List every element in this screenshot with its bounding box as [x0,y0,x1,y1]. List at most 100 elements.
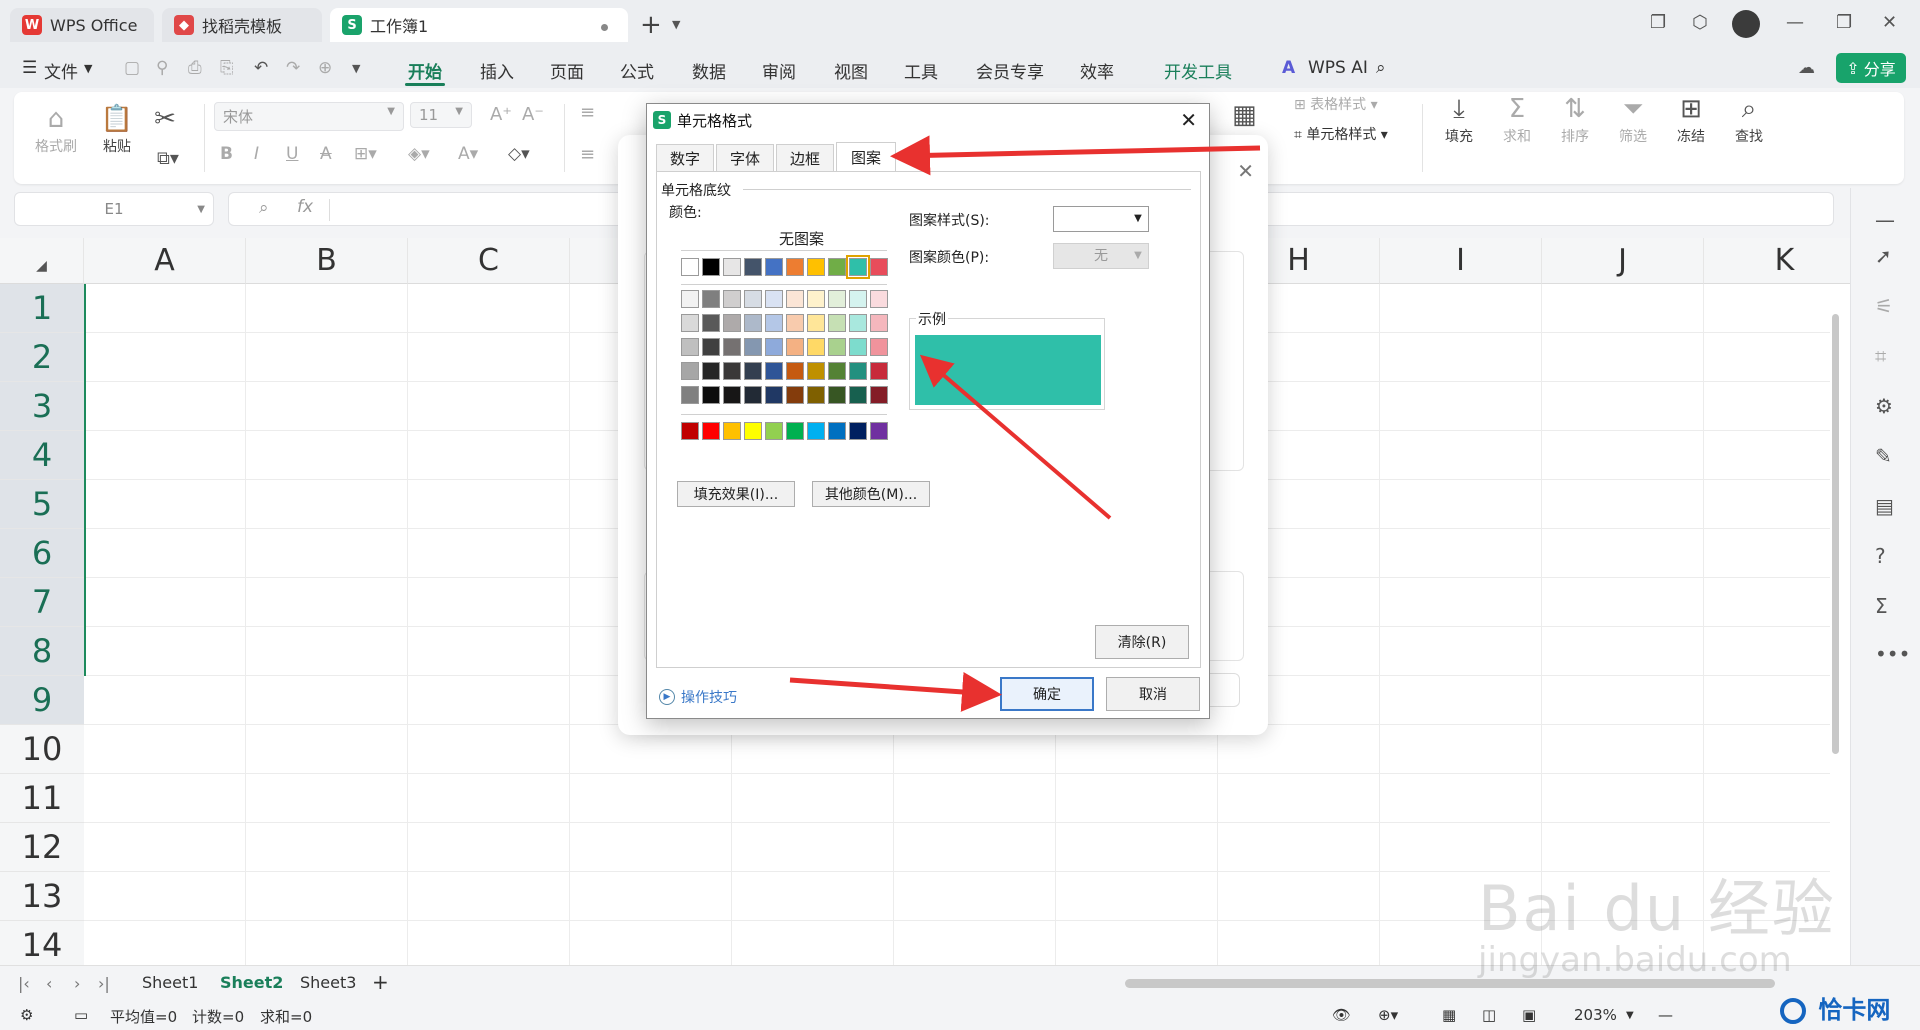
color-swatch[interactable] [786,290,804,308]
horizontal-scrollbar[interactable] [1125,979,1775,988]
save-icon[interactable]: ▢ [124,58,140,78]
pattern-color-select[interactable]: 无 ▼ [1053,243,1149,269]
clear-button[interactable]: 清除(R) [1095,625,1189,659]
menu-wps-ai[interactable]: WPS AI [1308,58,1368,78]
fill-button[interactable]: ⤓ 填充 [1434,92,1484,146]
color-swatch[interactable] [786,338,804,356]
next-sheet-icon[interactable]: › [74,974,80,993]
row-header[interactable]: 4 [0,431,84,480]
column-header[interactable]: I [1380,238,1542,284]
menu-data[interactable]: 数据 [692,58,726,83]
menu-member[interactable]: 会员专享 [976,58,1044,83]
row-header[interactable]: 11 [0,774,84,823]
sheet-tab-3[interactable]: Sheet3 [300,973,356,992]
add-sheet-icon[interactable]: + [372,970,389,994]
color-swatch[interactable] [681,290,699,308]
chevron-down-icon[interactable]: ▼ [1626,1010,1634,1021]
menu-file[interactable]: 文件 [44,58,78,83]
color-swatch[interactable] [849,314,867,332]
first-sheet-icon[interactable]: |‹ [18,974,30,993]
menu-review[interactable]: 审阅 [762,58,796,83]
tools-icon[interactable]: ✎ [1875,444,1892,468]
tab-wps-office[interactable]: W WPS Office [10,8,154,42]
color-swatch[interactable] [765,338,783,356]
menu-view[interactable]: 视图 [834,58,868,83]
menu-page[interactable]: 页面 [550,58,584,83]
color-swatch[interactable] [786,314,804,332]
color-swatch[interactable] [744,290,762,308]
row-header[interactable]: 1 [0,284,84,333]
layout-icon[interactable]: ⊕▾ [1378,1006,1398,1024]
increase-font-icon[interactable]: A⁺ [490,104,512,125]
page-layout-icon[interactable]: ◫ [1482,1006,1496,1024]
menu-home[interactable]: 开始 [408,58,442,83]
print-icon[interactable]: ⎙ [188,58,202,78]
color-swatch[interactable] [807,258,825,276]
color-swatch[interactable] [723,258,741,276]
ok-button[interactable]: 确定 [1000,677,1094,711]
color-swatch[interactable] [702,258,720,276]
sort-button[interactable]: ⇅ 排序 [1550,92,1600,146]
color-swatch[interactable] [702,290,720,308]
zoom-out-icon[interactable]: — [1658,1006,1673,1024]
undo-icon[interactable]: ↶ [254,58,268,78]
color-swatch[interactable] [723,386,741,404]
italic-icon[interactable]: I [254,144,259,164]
dialog-close-icon[interactable]: ✕ [1180,108,1197,132]
color-swatch[interactable] [849,422,867,440]
color-swatch[interactable] [870,422,888,440]
color-swatch[interactable] [765,386,783,404]
minus-icon[interactable]: — [1875,208,1895,232]
copy-button[interactable]: ⧉▾ [148,142,188,176]
color-swatch[interactable] [828,314,846,332]
color-swatch[interactable] [744,362,762,380]
scrollbar-thumb[interactable] [1832,314,1839,754]
normal-view-icon[interactable]: ▦ [1442,1006,1456,1024]
eye-icon[interactable]: 👁 [1332,1006,1351,1024]
prev-sheet-icon[interactable]: ‹ [46,974,52,993]
fill-effects-button[interactable]: 填充效果(I)... [677,481,795,507]
font-color-icon[interactable]: A▾ [458,144,478,164]
ai-icon[interactable]: ⚙ [1875,394,1893,418]
paste-button[interactable]: 📋 粘贴 [92,102,142,156]
color-swatch[interactable] [765,258,783,276]
dialog-title-bar[interactable]: S 单元格格式 [647,104,1209,136]
color-swatch[interactable] [870,386,888,404]
color-swatch[interactable] [786,258,804,276]
color-swatch[interactable] [849,386,867,404]
export-icon[interactable]: ⊕ [318,58,332,78]
color-swatch[interactable] [828,338,846,356]
color-swatch[interactable] [849,362,867,380]
color-swatch[interactable] [765,290,783,308]
eraser-icon[interactable]: ◇▾ [508,144,530,164]
tips-link[interactable]: ▶ 操作技巧 [659,687,737,707]
color-swatch[interactable] [807,386,825,404]
fill-color-icon[interactable]: ◈▾ [408,144,430,164]
fx-icon[interactable]: fx [297,197,313,217]
column-header[interactable]: J [1542,238,1704,284]
color-swatch[interactable] [765,422,783,440]
chevron-down-icon[interactable]: ▼ [352,62,360,75]
column-header[interactable]: A [84,238,246,284]
cube-icon[interactable]: ⬡ [1692,12,1708,33]
table-style-button[interactable]: ⊞ 表格样式 ▾ [1294,94,1378,114]
formula-sigma-icon[interactable]: Σ [1875,594,1888,618]
color-swatch[interactable] [765,362,783,380]
share-button[interactable]: ⇪ 分享 [1836,53,1906,83]
font-name-select[interactable]: 宋体 ▼ [214,102,404,131]
format-painter-button[interactable]: ⌂ 格式刷 [32,102,80,156]
color-swatch[interactable] [807,314,825,332]
color-swatch[interactable] [723,362,741,380]
color-swatch[interactable] [702,422,720,440]
row-header[interactable]: 9 [0,676,84,725]
page-break-icon[interactable]: ▣ [1522,1006,1536,1024]
find-button[interactable]: ⌕ 查找 [1724,92,1774,146]
color-swatch[interactable] [849,290,867,308]
column-header[interactable]: C [408,238,570,284]
border-icon[interactable]: ⊞▾ [354,144,377,164]
last-sheet-icon[interactable]: ›| [98,974,110,993]
new-tab-plus-icon[interactable]: + [640,10,662,40]
sheet-tab-2[interactable]: Sheet2 [220,973,283,992]
row-header[interactable]: 2 [0,333,84,382]
color-swatch[interactable] [744,314,762,332]
